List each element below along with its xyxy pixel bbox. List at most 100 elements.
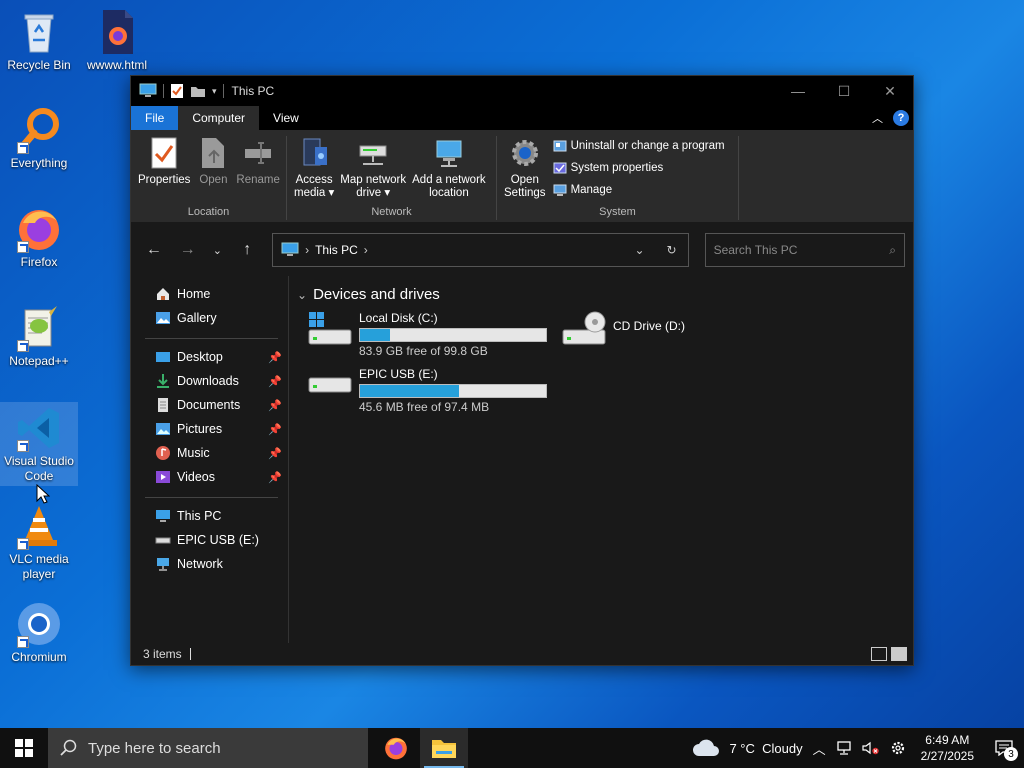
pin-icon: 📌 [268,447,282,460]
back-arrow-icon: ← [145,241,162,258]
search-box[interactable]: Search This PC ⌕ [704,233,906,267]
desktop-icon-label: VLC media player [9,552,69,581]
nav-item-pictures[interactable]: Pictures 📌 [131,417,288,441]
drive-usage-fill [360,385,459,397]
desktop-icon-chromium[interactable]: Chromium [0,600,78,665]
start-button[interactable] [0,728,48,768]
nav-item-music[interactable]: Music 📌 [131,441,288,465]
nav-item-label: Pictures [177,422,223,436]
uninstall-program-button[interactable]: Uninstall or change a program [553,138,725,154]
properties-quick-access-icon[interactable] [170,83,184,99]
downloads-icon [155,373,171,389]
tab-file[interactable]: File [131,106,179,130]
nav-item-label: Documents [177,398,241,412]
taskbar-search-box[interactable]: Type here to search [48,728,368,768]
notification-badge: 3 [1004,747,1018,761]
item-count: 3 items [143,647,182,661]
minimize-button[interactable]: — [775,76,821,106]
desktop-icon-everything[interactable]: Everything [0,106,78,171]
drive-usage-bar [359,384,547,398]
videos-icon [155,469,171,485]
large-icons-view-icon[interactable] [891,647,907,661]
network-tray-icon[interactable] [831,741,857,755]
settings-gear-icon [511,140,538,166]
drive-epic-usb-e[interactable]: EPIC USB (E:) 45.6 MB free of 97.4 MB [307,366,547,414]
map-network-drive-icon [359,145,387,165]
up-button[interactable]: ↑ [232,235,262,265]
nav-item-downloads[interactable]: Downloads 📌 [131,369,288,393]
help-icon[interactable]: ? [893,110,909,126]
pin-icon: 📌 [268,471,282,484]
taskbar-file-explorer[interactable] [420,728,468,768]
tab-view[interactable]: View [259,106,313,130]
forward-button[interactable]: → [173,235,203,265]
section-header-devices[interactable]: ⌄ Devices and drives [297,286,913,303]
add-network-location-label: Add a network [412,174,486,186]
nav-item-videos[interactable]: Videos 📌 [131,465,288,489]
shortcut-arrow-icon [17,340,29,352]
shortcut-arrow-icon [17,636,29,648]
address-bar[interactable]: › This PC › ⌄ ↻ [272,233,689,267]
ribbon-group-system: Open Settings Uninstall or change a prog… [497,136,739,220]
breadcrumb-this-pc[interactable]: This PC [315,243,358,257]
manage-button[interactable]: Manage [553,182,725,198]
details-view-icon[interactable] [871,647,887,661]
add-network-location-icon [436,140,462,167]
nav-item-documents[interactable]: Documents 📌 [131,393,288,417]
desktop-icon-firefox[interactable]: Firefox [0,205,78,270]
desktop-icon-notepad-plus-plus[interactable]: Notepad++ [0,304,78,369]
ribbon-group-network: Access media ▾ Map network drive ▾ Add a… [287,136,497,220]
action-center-button[interactable]: 3 [984,728,1024,768]
nav-item-label: Downloads [177,374,239,388]
address-history-chevron-icon[interactable]: ⌄ [624,243,656,257]
nav-item-label: Videos [177,470,215,484]
search-icon: ⌕ [889,242,897,257]
maximize-button[interactable]: ☐ [821,76,867,106]
desktop-icon-label: Firefox [20,255,58,269]
usb-drive-icon [307,366,353,406]
nav-item-desktop[interactable]: Desktop 📌 [131,345,288,369]
quick-access-dropdown-icon[interactable]: ▾ [212,86,217,97]
refresh-icon[interactable]: ↻ [656,243,688,257]
ribbon-group-label: System [599,206,636,218]
collapse-ribbon-chevron-icon[interactable]: ︿ [872,110,883,126]
access-media-icon [303,138,328,166]
breadcrumb-separator-icon[interactable]: › [364,243,368,257]
volume-muted-icon[interactable] [857,741,885,755]
settings-gear-tray-icon[interactable] [885,740,911,756]
back-button[interactable]: ← [139,235,169,265]
desktop-icon-html-file[interactable]: wwww.html [78,8,156,73]
chevron-down-icon: ⌄ [212,244,223,257]
title-bar[interactable]: ▾ This PC — ☐ ✕ [131,76,913,106]
cd-drive-icon [561,310,607,350]
weather-widget[interactable]: 7 °C Cloudy [686,738,807,758]
firefox-html-file-icon [93,8,141,56]
weather-text: 7 °C Cloudy [729,740,803,756]
taskbar-firefox[interactable] [372,728,420,768]
drive-name: EPIC USB (E:) [359,367,438,381]
desktop-icon-vscode[interactable]: Visual Studio Code [0,402,78,486]
shortcut-arrow-icon [17,142,29,154]
nav-item-network[interactable]: Network [131,552,288,576]
drive-cd-d[interactable]: CD Drive (D:) [561,310,685,350]
rename-icon [245,142,272,164]
new-folder-quick-access-icon[interactable] [190,84,206,98]
system-properties-button[interactable]: System properties [553,160,725,176]
nav-item-epic-usb[interactable]: EPIC USB (E:) [131,528,288,552]
show-hidden-icons-chevron-icon[interactable]: ︿ [808,739,831,758]
desktop-folder-icon [155,349,171,365]
drive-local-disk-c[interactable]: Local Disk (C:) 83.9 GB free of 99.8 GB [307,310,547,358]
navigation-pane: Home Gallery Desktop 📌 Downloads 📌 Docum… [131,276,289,643]
desktop-icon-recycle-bin[interactable]: Recycle Bin [0,8,78,73]
nav-item-this-pc[interactable]: This PC [131,504,288,528]
nav-item-gallery[interactable]: Gallery [131,306,288,330]
usb-drive-icon [155,532,171,548]
nav-item-home[interactable]: Home [131,282,288,306]
tab-computer[interactable]: Computer [178,106,260,130]
desktop-icon-vlc[interactable]: VLC media player [0,502,78,582]
close-button[interactable]: ✕ [867,76,913,106]
clock[interactable]: 6:49 AM 2/27/2025 [911,732,984,764]
drive-usage-fill [360,329,390,341]
nav-item-label: Home [177,287,211,301]
recent-locations-button[interactable]: ⌄ [207,235,229,265]
